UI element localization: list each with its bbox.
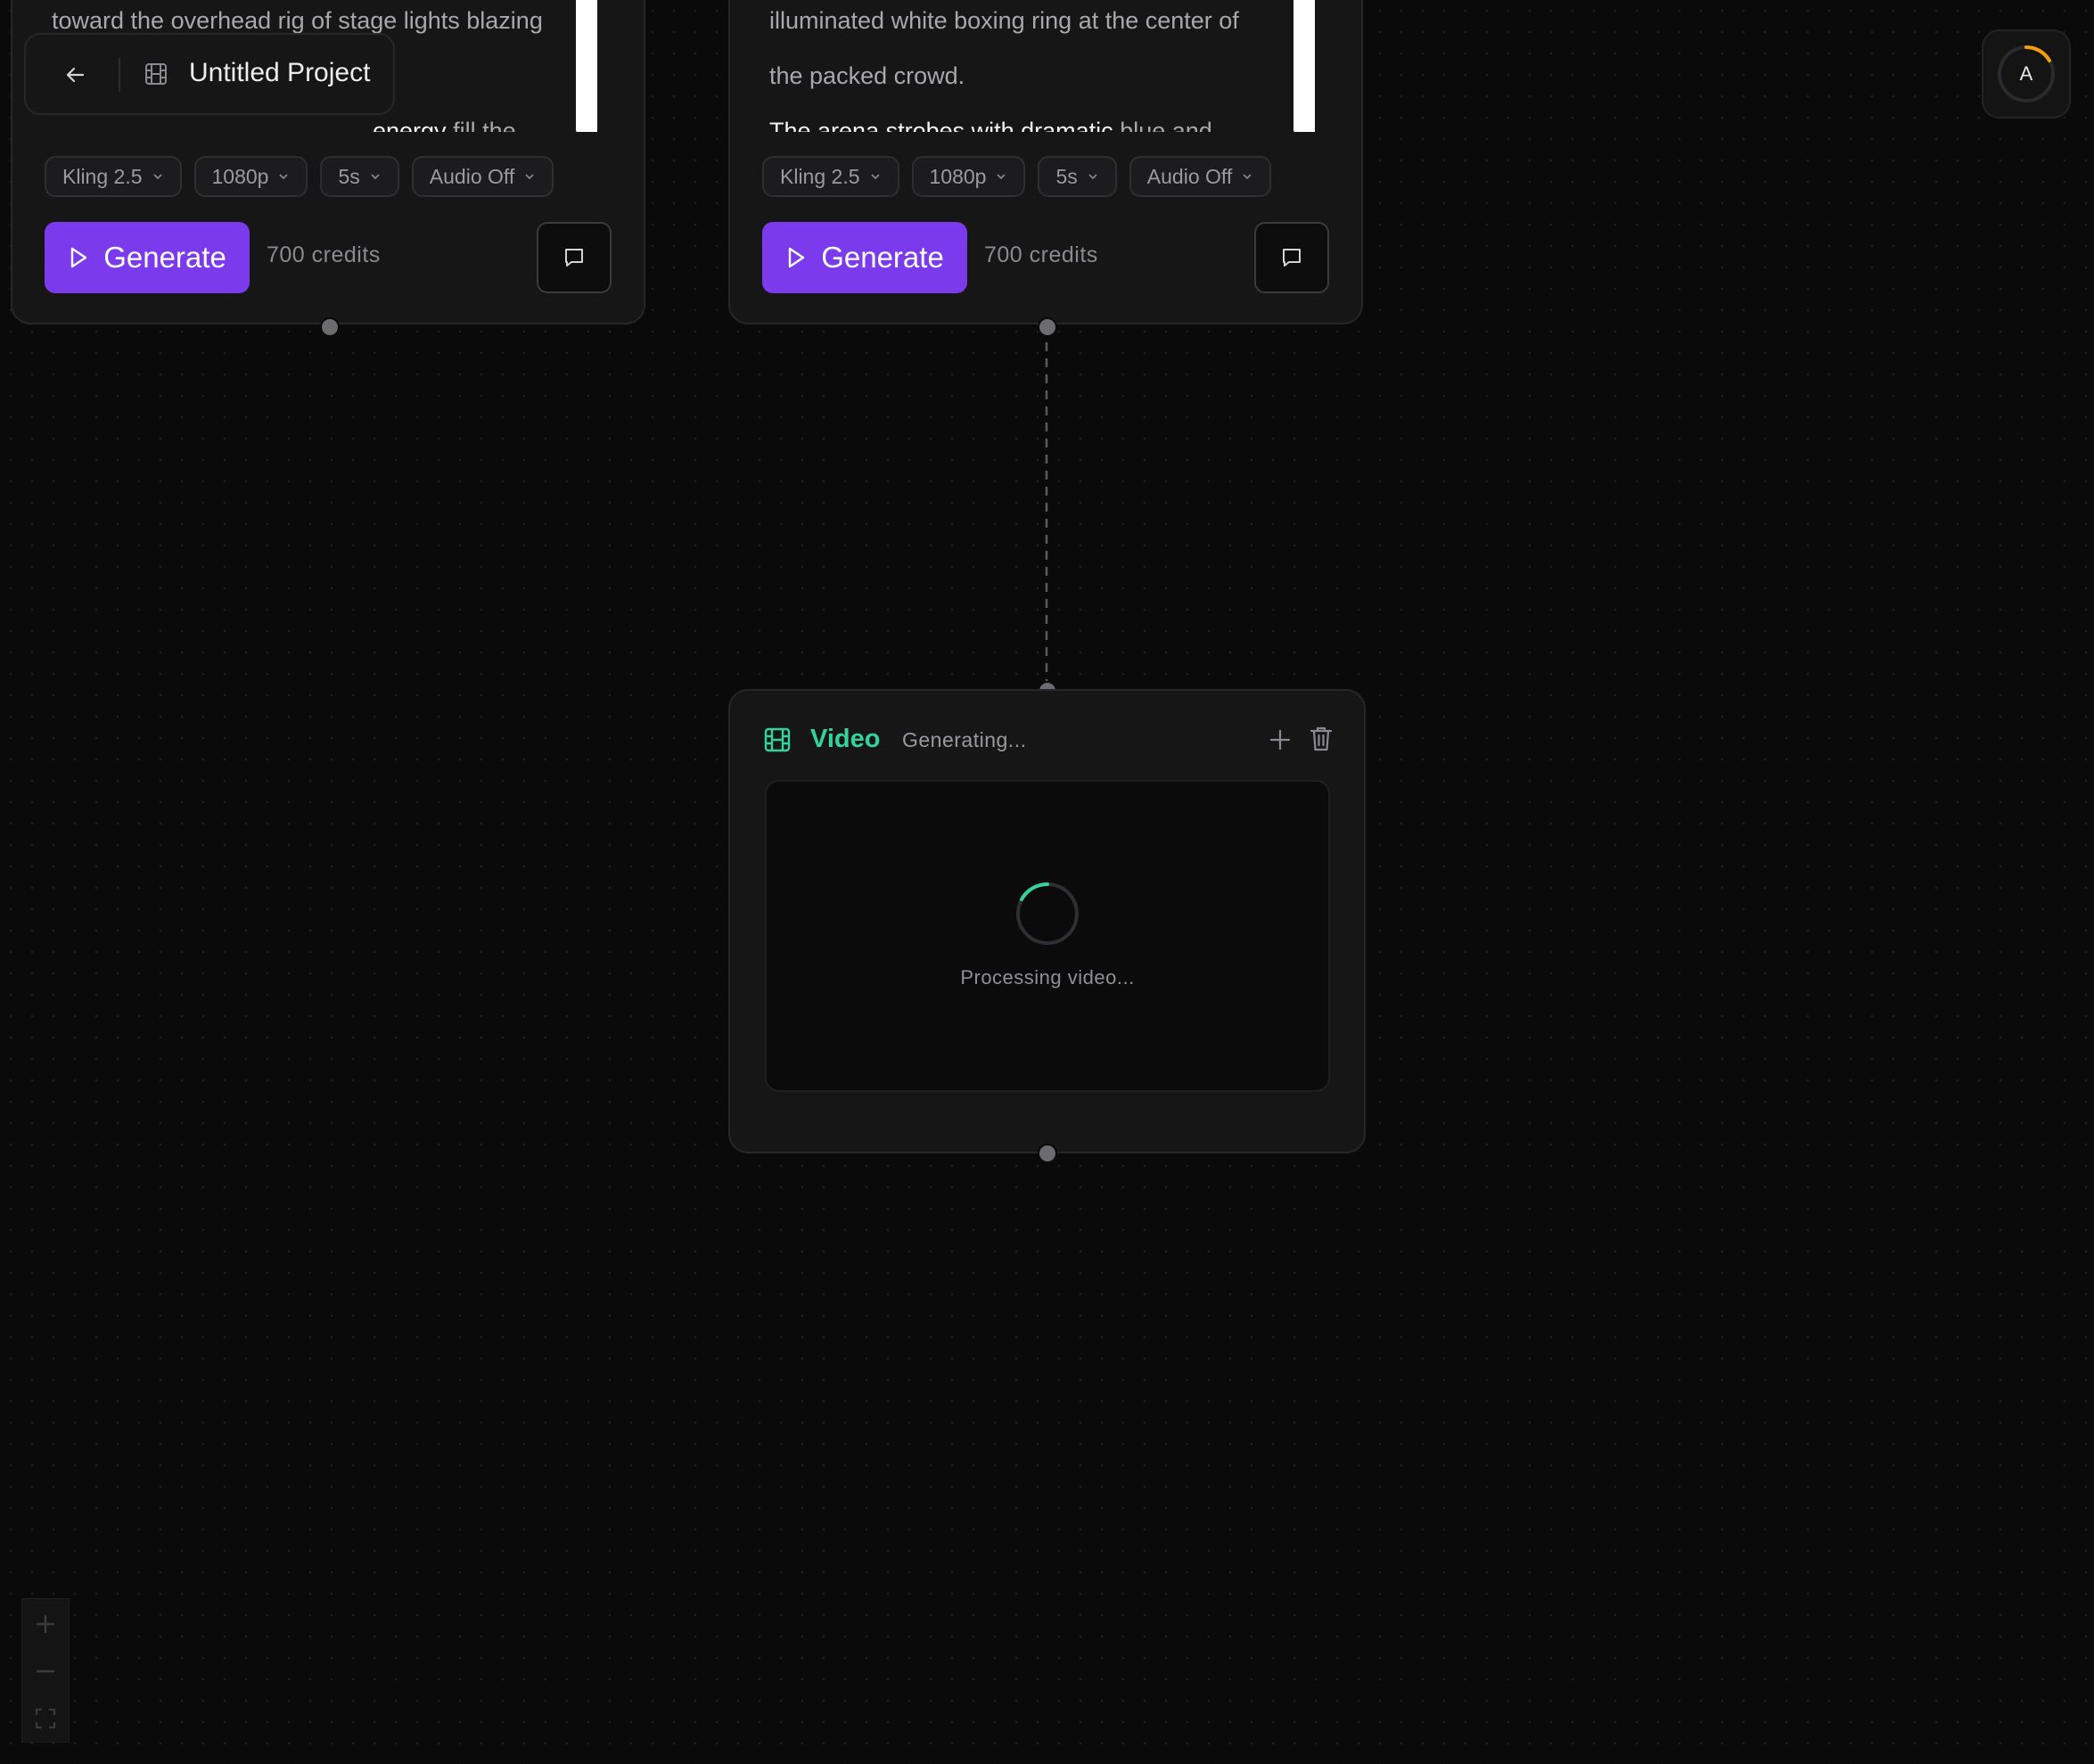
zoom-in-button[interactable] — [22, 1601, 69, 1647]
chip-label: 1080p — [211, 164, 269, 188]
chevron-down-icon — [1243, 174, 1252, 180]
comment-button[interactable] — [537, 222, 612, 293]
chip-label: 5s — [1055, 164, 1078, 188]
settings-chips: Kling 2.5 1080p 5s Audio Off — [762, 156, 1272, 197]
prompt-area[interactable]: illuminated white boxing ring at the cen… — [769, 0, 1315, 132]
chip-label: Audio Off — [1146, 164, 1233, 188]
prompt-line: illuminated white boxing ring at the cen… — [769, 0, 1286, 48]
video-node-title: Video — [810, 725, 881, 753]
prompt-segment: the packed crowd. — [769, 62, 965, 89]
zoom-controls — [21, 1598, 70, 1743]
model-select[interactable]: Kling 2.5 — [762, 156, 899, 197]
divider — [119, 58, 120, 92]
output-handle-right[interactable] — [1038, 317, 1057, 337]
trash-icon[interactable] — [1308, 725, 1334, 753]
chevron-down-icon — [525, 174, 534, 180]
chevron-down-icon — [1088, 174, 1097, 180]
loading-spinner-icon — [1016, 882, 1079, 945]
project-title[interactable]: Untitled Project — [189, 58, 370, 88]
chevron-down-icon — [279, 174, 289, 180]
film-icon — [145, 63, 167, 85]
film-icon — [764, 727, 791, 752]
chevron-down-icon — [997, 174, 1006, 180]
minus-icon — [37, 1670, 54, 1673]
settings-chips: Kling 2.5 1080p 5s Audio Off — [45, 156, 554, 197]
prompt-text: illuminated white boxing ring at the cen… — [769, 0, 1286, 132]
duration-select[interactable]: 5s — [320, 156, 399, 197]
resolution-select[interactable]: 1080p — [911, 156, 1026, 197]
chevron-down-icon — [870, 174, 880, 180]
generate-button[interactable]: Generate — [45, 222, 250, 293]
chip-label: 5s — [338, 164, 360, 188]
prompt-segment: illuminated white boxing ring at the cen… — [769, 7, 1239, 34]
audio-select[interactable]: Audio Off — [1129, 156, 1272, 197]
play-icon — [789, 247, 805, 268]
comment-icon — [565, 249, 583, 267]
processing-text: Processing video... — [960, 966, 1135, 989]
generate-label: Generate — [103, 241, 226, 274]
video-status: Generating... — [902, 728, 1027, 751]
prompt-scrollbar[interactable] — [1293, 0, 1315, 132]
prompt-segment: fill the — [446, 118, 516, 132]
prompt-segment: toward the overhead rig of stage lights … — [52, 7, 543, 34]
audio-select[interactable]: Audio Off — [411, 156, 554, 197]
fit-view-button[interactable] — [22, 1695, 69, 1742]
prompt-segment: blue and — [1113, 118, 1212, 132]
user-avatar-button[interactable]: A — [1982, 29, 2071, 119]
prompt-segment: energy — [373, 118, 447, 132]
credits-cost: 700 credits — [267, 242, 381, 267]
project-header: Untitled Project — [24, 33, 395, 115]
prompt-segment: The arena strobes with dramatic — [769, 118, 1113, 132]
generate-button[interactable]: Generate — [762, 222, 967, 293]
video-node: Video Generating... Processing video... — [728, 689, 1366, 1153]
play-icon — [71, 247, 87, 268]
chip-label: Kling 2.5 — [62, 164, 143, 188]
prompt-line: the packed crowd. — [769, 48, 1286, 103]
plus-icon — [37, 1615, 54, 1633]
chevron-down-icon — [152, 174, 162, 180]
avatar-initial: A — [2019, 62, 2033, 85]
prompt-line: The arena strobes with dramatic blue and — [769, 103, 1286, 132]
chevron-down-icon — [371, 174, 380, 180]
model-select[interactable]: Kling 2.5 — [45, 156, 182, 197]
zoom-out-button[interactable] — [22, 1648, 69, 1694]
resolution-select[interactable]: 1080p — [193, 156, 308, 197]
output-handle-video[interactable] — [1038, 1144, 1057, 1163]
output-handle-left[interactable] — [320, 317, 340, 337]
credits-cost: 700 credits — [984, 242, 1098, 267]
chip-label: Kling 2.5 — [780, 164, 860, 188]
plus-icon[interactable] — [1268, 727, 1293, 752]
generate-label: Generate — [821, 241, 944, 274]
prompt-scrollbar[interactable] — [576, 0, 597, 132]
video-preview: Processing video... — [765, 780, 1330, 1092]
comment-icon — [1283, 249, 1301, 267]
chip-label: 1080p — [929, 164, 987, 188]
chip-label: Audio Off — [429, 164, 515, 188]
generator-card-right: illuminated white boxing ring at the cen… — [728, 0, 1363, 324]
comment-button[interactable] — [1254, 222, 1329, 293]
duration-select[interactable]: 5s — [1038, 156, 1117, 197]
fit-view-icon — [35, 1708, 56, 1729]
arrow-left-icon[interactable] — [62, 62, 88, 88]
